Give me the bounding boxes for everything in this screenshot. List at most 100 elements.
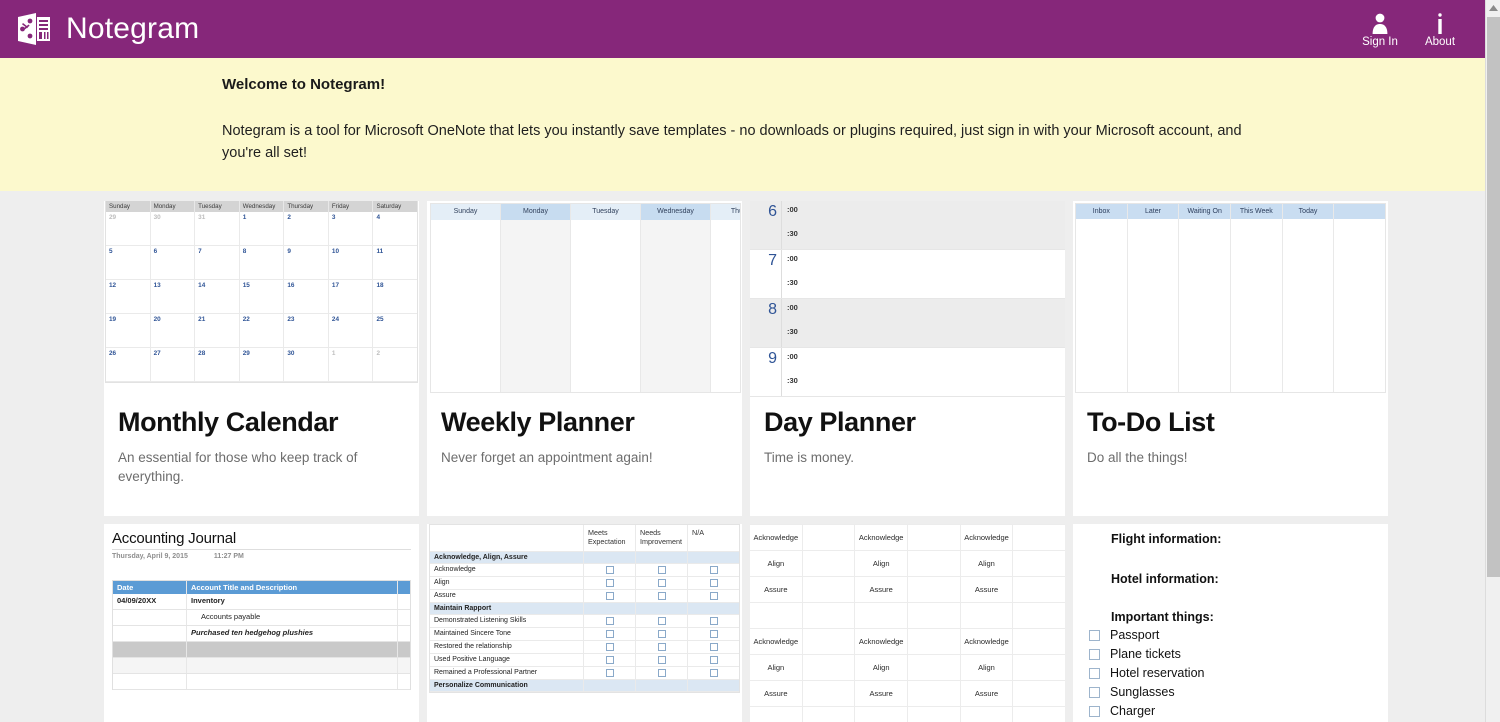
weekly-planner-column[interactable]: Thursday <box>711 204 741 392</box>
cs-grid-cell[interactable] <box>803 577 856 602</box>
journal-row[interactable]: 04/09/20XXInventory <box>113 594 410 610</box>
cs-grid-cell[interactable]: Align <box>961 551 1014 576</box>
cs-grid-cell[interactable] <box>1013 525 1065 550</box>
cs-grid-cell[interactable]: Acknowledge <box>855 525 908 550</box>
todo-column[interactable]: This Week <box>1231 204 1283 392</box>
calendar-day-cell[interactable]: 26 <box>106 348 151 382</box>
checklist-checkbox-cell[interactable] <box>635 667 687 679</box>
calendar-day-cell[interactable]: 20 <box>151 314 196 348</box>
cs-grid-cell[interactable] <box>1013 681 1065 706</box>
checkbox-icon[interactable] <box>710 656 718 664</box>
todo-column[interactable]: Today <box>1283 204 1335 392</box>
page-scrollbar[interactable] <box>1485 0 1500 722</box>
calendar-day-cell[interactable]: 1 <box>329 348 374 382</box>
calendar-day-cell[interactable]: 30 <box>151 212 196 246</box>
checkbox-icon[interactable] <box>606 566 614 574</box>
day-planner-hour-row[interactable]: 7:00:30 <box>750 250 1065 299</box>
calendar-day-cell[interactable]: 17 <box>329 280 374 314</box>
nav-about[interactable]: About <box>1410 0 1470 58</box>
calendar-day-cell[interactable]: 18 <box>373 280 417 314</box>
todo-column[interactable] <box>1334 204 1385 392</box>
cs-grid-cell[interactable]: Acknowledge <box>750 525 803 550</box>
template-card-monthly-calendar[interactable]: SundayMondayTuesdayWednesdayThursdayFrid… <box>104 201 419 516</box>
calendar-day-cell[interactable]: 30 <box>284 348 329 382</box>
cs-grid-cell[interactable] <box>750 603 803 628</box>
checklist-checkbox-cell[interactable] <box>687 641 739 653</box>
checkbox-icon[interactable] <box>606 579 614 587</box>
checkbox-icon[interactable] <box>606 669 614 677</box>
journal-row[interactable] <box>113 674 410 690</box>
checklist-checkbox-cell[interactable] <box>687 577 739 589</box>
checkbox-icon[interactable] <box>658 643 666 651</box>
cs-grid-cell[interactable] <box>803 681 856 706</box>
checkbox-icon[interactable] <box>1089 649 1100 660</box>
cs-grid-cell[interactable] <box>908 629 961 654</box>
todo-column[interactable]: Inbox <box>1076 204 1128 392</box>
calendar-day-cell[interactable]: 11 <box>373 246 417 280</box>
calendar-day-cell[interactable]: 15 <box>240 280 285 314</box>
calendar-day-cell[interactable]: 22 <box>240 314 285 348</box>
checklist-checkbox-cell[interactable] <box>583 564 635 576</box>
todo-column[interactable]: Waiting On <box>1179 204 1231 392</box>
weekly-planner-column[interactable]: Sunday <box>431 204 501 392</box>
checklist-checkbox-cell[interactable] <box>687 654 739 666</box>
template-card-day-planner[interactable]: 6:00:307:00:308:00:309:00:30 Day Planner… <box>750 201 1065 516</box>
trip-checklist-item[interactable]: Plane tickets <box>1089 645 1388 664</box>
day-planner-hour-row[interactable]: 6:00:30 <box>750 201 1065 250</box>
checkbox-icon[interactable] <box>710 579 718 587</box>
cs-grid-cell[interactable]: Assure <box>961 681 1014 706</box>
calendar-day-cell[interactable]: 23 <box>284 314 329 348</box>
cs-grid-cell[interactable]: Align <box>961 655 1014 680</box>
cs-grid-cell[interactable] <box>961 707 1014 722</box>
journal-row[interactable]: Purchased ten hedgehog plushies <box>113 626 410 642</box>
calendar-day-cell[interactable]: 19 <box>106 314 151 348</box>
cs-grid-cell[interactable] <box>1013 707 1065 722</box>
trip-checklist-item[interactable]: Sunglasses <box>1089 683 1388 702</box>
calendar-day-cell[interactable]: 8 <box>240 246 285 280</box>
checkbox-icon[interactable] <box>606 592 614 600</box>
checkbox-icon[interactable] <box>606 656 614 664</box>
cs-grid-cell[interactable] <box>803 551 856 576</box>
cs-grid-cell[interactable] <box>908 681 961 706</box>
cs-grid-cell[interactable] <box>803 629 856 654</box>
template-card-customer-service-checklist[interactable]: Meets ExpectationNeeds ImprovementN/AAck… <box>427 524 742 722</box>
calendar-day-cell[interactable]: 21 <box>195 314 240 348</box>
template-card-customer-service-grid[interactable]: AcknowledgeAcknowledgeAcknowledgeAlignAl… <box>750 524 1065 722</box>
weekly-planner-column[interactable]: Monday <box>501 204 571 392</box>
checkbox-icon[interactable] <box>710 630 718 638</box>
cs-grid-cell[interactable]: Assure <box>750 577 803 602</box>
cs-grid-cell[interactable] <box>1013 577 1065 602</box>
checklist-checkbox-cell[interactable] <box>583 654 635 666</box>
calendar-day-cell[interactable]: 13 <box>151 280 196 314</box>
cs-grid-cell[interactable] <box>1013 551 1065 576</box>
cs-grid-cell[interactable] <box>750 707 803 722</box>
template-card-trip-planner[interactable]: Flight information: Hotel information: I… <box>1073 524 1388 722</box>
checkbox-icon[interactable] <box>658 566 666 574</box>
calendar-day-cell[interactable]: 1 <box>240 212 285 246</box>
cs-grid-cell[interactable] <box>803 603 856 628</box>
journal-row[interactable]: Accounts payable <box>113 610 410 626</box>
cs-grid-cell[interactable] <box>908 655 961 680</box>
checklist-checkbox-cell[interactable] <box>687 615 739 627</box>
calendar-day-cell[interactable]: 7 <box>195 246 240 280</box>
cs-grid-cell[interactable]: Assure <box>961 577 1014 602</box>
trip-checklist-item[interactable]: Charger <box>1089 702 1388 721</box>
checkbox-icon[interactable] <box>658 617 666 625</box>
checklist-checkbox-cell[interactable] <box>583 577 635 589</box>
calendar-day-cell[interactable]: 4 <box>373 212 417 246</box>
checklist-checkbox-cell[interactable] <box>635 654 687 666</box>
cs-grid-cell[interactable] <box>908 551 961 576</box>
checklist-checkbox-cell[interactable] <box>687 628 739 640</box>
weekly-planner-column[interactable]: Tuesday <box>571 204 641 392</box>
checklist-checkbox-cell[interactable] <box>687 667 739 679</box>
nav-sign-in[interactable]: Sign In <box>1350 0 1410 58</box>
cs-grid-cell[interactable]: Acknowledge <box>961 629 1014 654</box>
checklist-checkbox-cell[interactable] <box>583 641 635 653</box>
calendar-day-cell[interactable]: 31 <box>195 212 240 246</box>
calendar-day-cell[interactable]: 3 <box>329 212 374 246</box>
checklist-checkbox-cell[interactable] <box>583 615 635 627</box>
brand[interactable]: Notegram <box>14 9 199 49</box>
checkbox-icon[interactable] <box>710 643 718 651</box>
checkbox-icon[interactable] <box>606 617 614 625</box>
checklist-checkbox-cell[interactable] <box>635 615 687 627</box>
